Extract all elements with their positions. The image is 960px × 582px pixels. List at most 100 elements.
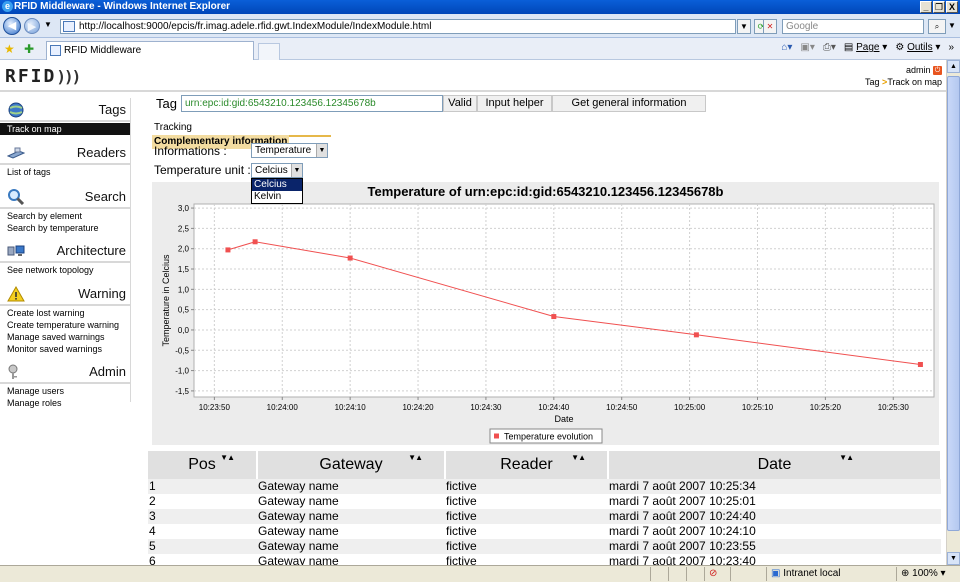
breadcrumb-root[interactable]: Tag (865, 77, 880, 87)
sidebar-link-see-network-topology[interactable]: See network topology (0, 264, 130, 276)
security-status-icon[interactable]: ⊘ (704, 567, 730, 581)
informations-select[interactable]: Temperature ▼ (251, 143, 328, 158)
table-row[interactable]: 6 Gateway name fictive mardi 7 août 2007 10… (148, 554, 941, 565)
sort-arrows-icon[interactable]: ▼▲ (220, 453, 235, 462)
add-favorite-icon[interactable]: ✚ (24, 42, 34, 56)
x-tick-label: 10:24:30 (470, 403, 502, 412)
forward-button[interactable]: ▶ (24, 18, 40, 34)
x-tick-label: 10:24:20 (402, 403, 434, 412)
x-tick-label: 10:23:50 (199, 403, 231, 412)
table-cell-pos: 2 (149, 494, 156, 508)
sidebar-link-manage-users[interactable]: Manage users (0, 385, 130, 397)
sidebar-link-search-by-element[interactable]: Search by element (0, 210, 130, 222)
data-point (551, 314, 557, 320)
informations-label: Informations : (154, 144, 227, 158)
sidebar-link-track-on-map[interactable]: Track on map (0, 123, 130, 135)
sidebar-link-manage-roles[interactable]: Manage roles (0, 397, 130, 409)
table-cell-date: mardi 7 août 2007 10:25:34 (608, 479, 941, 494)
sidebar-link-list-of-tags[interactable]: List of tags (0, 166, 130, 178)
input-helper-button[interactable]: Input helper (477, 95, 552, 112)
sort-arrows-icon[interactable]: ▼▲ (571, 453, 586, 462)
readings-table: Pos ▼▲ Gateway ▼▲ Reader ▼▲ Date ▼▲ 1 Gateway… (148, 451, 942, 565)
table-cell-date: mardi 7 août 2007 10:24:10 (609, 524, 756, 538)
column-header-reader[interactable]: Reader ▼▲ (445, 451, 609, 479)
sort-arrows-icon[interactable]: ▼▲ (839, 453, 854, 462)
table-row[interactable]: 1 Gateway name fictive mardi 7 août 2007 10… (148, 479, 941, 494)
search-icon[interactable]: ⌕ (928, 19, 946, 34)
new-tab-button[interactable] (258, 43, 280, 60)
zoom-level[interactable]: ⊕ 100% ▾ (896, 567, 960, 581)
intranet-icon: ▣ (771, 568, 781, 579)
url-input[interactable]: http://localhost:9000/epcis/fr.imag.adel… (60, 19, 736, 34)
temperature-unit-options: Celcius Kelvin (251, 178, 303, 204)
print-icon[interactable]: ⎙▾ (823, 42, 836, 53)
home-icon[interactable]: ⌂▾ (781, 42, 792, 53)
x-tick-label: 10:25:20 (810, 403, 842, 412)
data-point (225, 247, 231, 253)
stop-icon[interactable]: ✕ (763, 19, 777, 34)
table-cell-reader: fictive (446, 554, 477, 565)
table-row[interactable]: 2 Gateway name fictive mardi 7 août 2007 10… (148, 494, 941, 509)
column-header-pos[interactable]: Pos ▼▲ (148, 451, 258, 479)
table-row[interactable]: 5 Gateway name fictive mardi 7 août 2007 10… (148, 539, 941, 554)
scroll-down-icon[interactable]: ▼ (947, 552, 960, 565)
table-row[interactable]: 4 Gateway name fictive mardi 7 août 2007 10… (148, 524, 941, 539)
search-input[interactable]: Google (782, 19, 924, 34)
history-dropdown-icon[interactable]: ▼ (44, 20, 52, 29)
table-cell-reader: fictive (446, 494, 477, 508)
valid-button[interactable]: Valid (443, 95, 477, 112)
sidebar-link-manage-saved-warnings[interactable]: Manage saved warnings (0, 331, 130, 343)
readings-table-wrapper: Pos ▼▲ Gateway ▼▲ Reader ▼▲ Date ▼▲ 1 Gateway… (148, 451, 942, 565)
subtab-bar: TrackingComplementary information (152, 121, 331, 149)
browser-tab-active[interactable]: RFID Middleware (46, 41, 254, 60)
tag-input[interactable]: urn:epc:id:gid:6543210.123456.12345678b (181, 95, 443, 112)
search-options-icon[interactable]: ▼ (948, 21, 956, 30)
get-general-information-button[interactable]: Get general information (552, 95, 706, 112)
legend-label: Temperature evolution (504, 432, 593, 442)
table-cell-reader: fictive (445, 479, 608, 494)
y-tick-label: -0,5 (175, 346, 189, 355)
sort-arrows-icon[interactable]: ▼▲ (408, 453, 423, 462)
sidebar-section-admin: Admin (0, 362, 130, 382)
tab-title: RFID Middleware (64, 45, 142, 56)
x-tick-label: 10:24:50 (606, 403, 638, 412)
x-tick-label: 10:24:40 (538, 403, 570, 412)
page-menu[interactable]: ▤ Page ▾ (844, 42, 887, 53)
url-dropdown-icon[interactable]: ▼ (737, 19, 751, 34)
logout-icon[interactable]: ⏻ (933, 66, 942, 76)
column-header-date[interactable]: Date ▼▲ (608, 451, 942, 479)
favorites-star-icon[interactable]: ★ (4, 42, 15, 56)
back-button[interactable]: ◀ (3, 17, 21, 35)
tag-label: Tag : (156, 96, 185, 111)
more-chevron-icon[interactable]: » (948, 42, 954, 53)
close-window-button[interactable]: X (946, 1, 958, 13)
restore-button[interactable]: ❐ (933, 1, 945, 13)
minimize-button[interactable]: _ (920, 1, 932, 13)
option-celcius[interactable]: Celcius (252, 179, 302, 191)
table-row[interactable]: 3 Gateway name fictive mardi 7 août 2007 10… (148, 509, 941, 524)
ie-logo-icon: e (2, 1, 13, 12)
data-point (347, 255, 353, 261)
sidebar-link-create-temperature-warning[interactable]: Create temperature warning (0, 319, 130, 331)
column-header-gateway[interactable]: Gateway ▼▲ (257, 451, 446, 479)
scroll-up-icon[interactable]: ▲ (947, 60, 960, 73)
globe-icon (8, 102, 24, 118)
table-cell-gateway: Gateway name (258, 494, 339, 508)
table-cell-reader: fictive (446, 524, 477, 538)
option-kelvin[interactable]: Kelvin (252, 191, 302, 203)
plot-area (193, 203, 935, 398)
scroll-thumb[interactable] (947, 76, 960, 531)
zone-indicator[interactable]: ▣ Intranet local (766, 567, 896, 581)
tools-menu[interactable]: ⚙ Outils ▾ (895, 42, 940, 53)
sidebar-link-search-by-temperature[interactable]: Search by temperature (0, 222, 130, 234)
command-bar: ⌂▾ ▣▾ ⎙▾ ▤ Page ▾ ⚙ Outils ▾ » (781, 42, 954, 53)
temperature-unit-select[interactable]: Celcius ▼ (251, 163, 303, 178)
address-bar: ◀ ▶ ▼ http://localhost:9000/epcis/fr.ima… (0, 14, 960, 38)
sidebar-link-monitor-saved-warnings[interactable]: Monitor saved warnings (0, 343, 130, 355)
network-icon (7, 245, 25, 256)
page-scrollbar[interactable]: ▲ ▼ (946, 60, 960, 565)
feeds-icon[interactable]: ▣▾ (800, 42, 814, 53)
y-tick-label: 3,0 (178, 204, 190, 213)
tab-tracking[interactable]: Tracking (152, 121, 194, 135)
sidebar-link-create-lost-warning[interactable]: Create lost warning (0, 307, 130, 319)
